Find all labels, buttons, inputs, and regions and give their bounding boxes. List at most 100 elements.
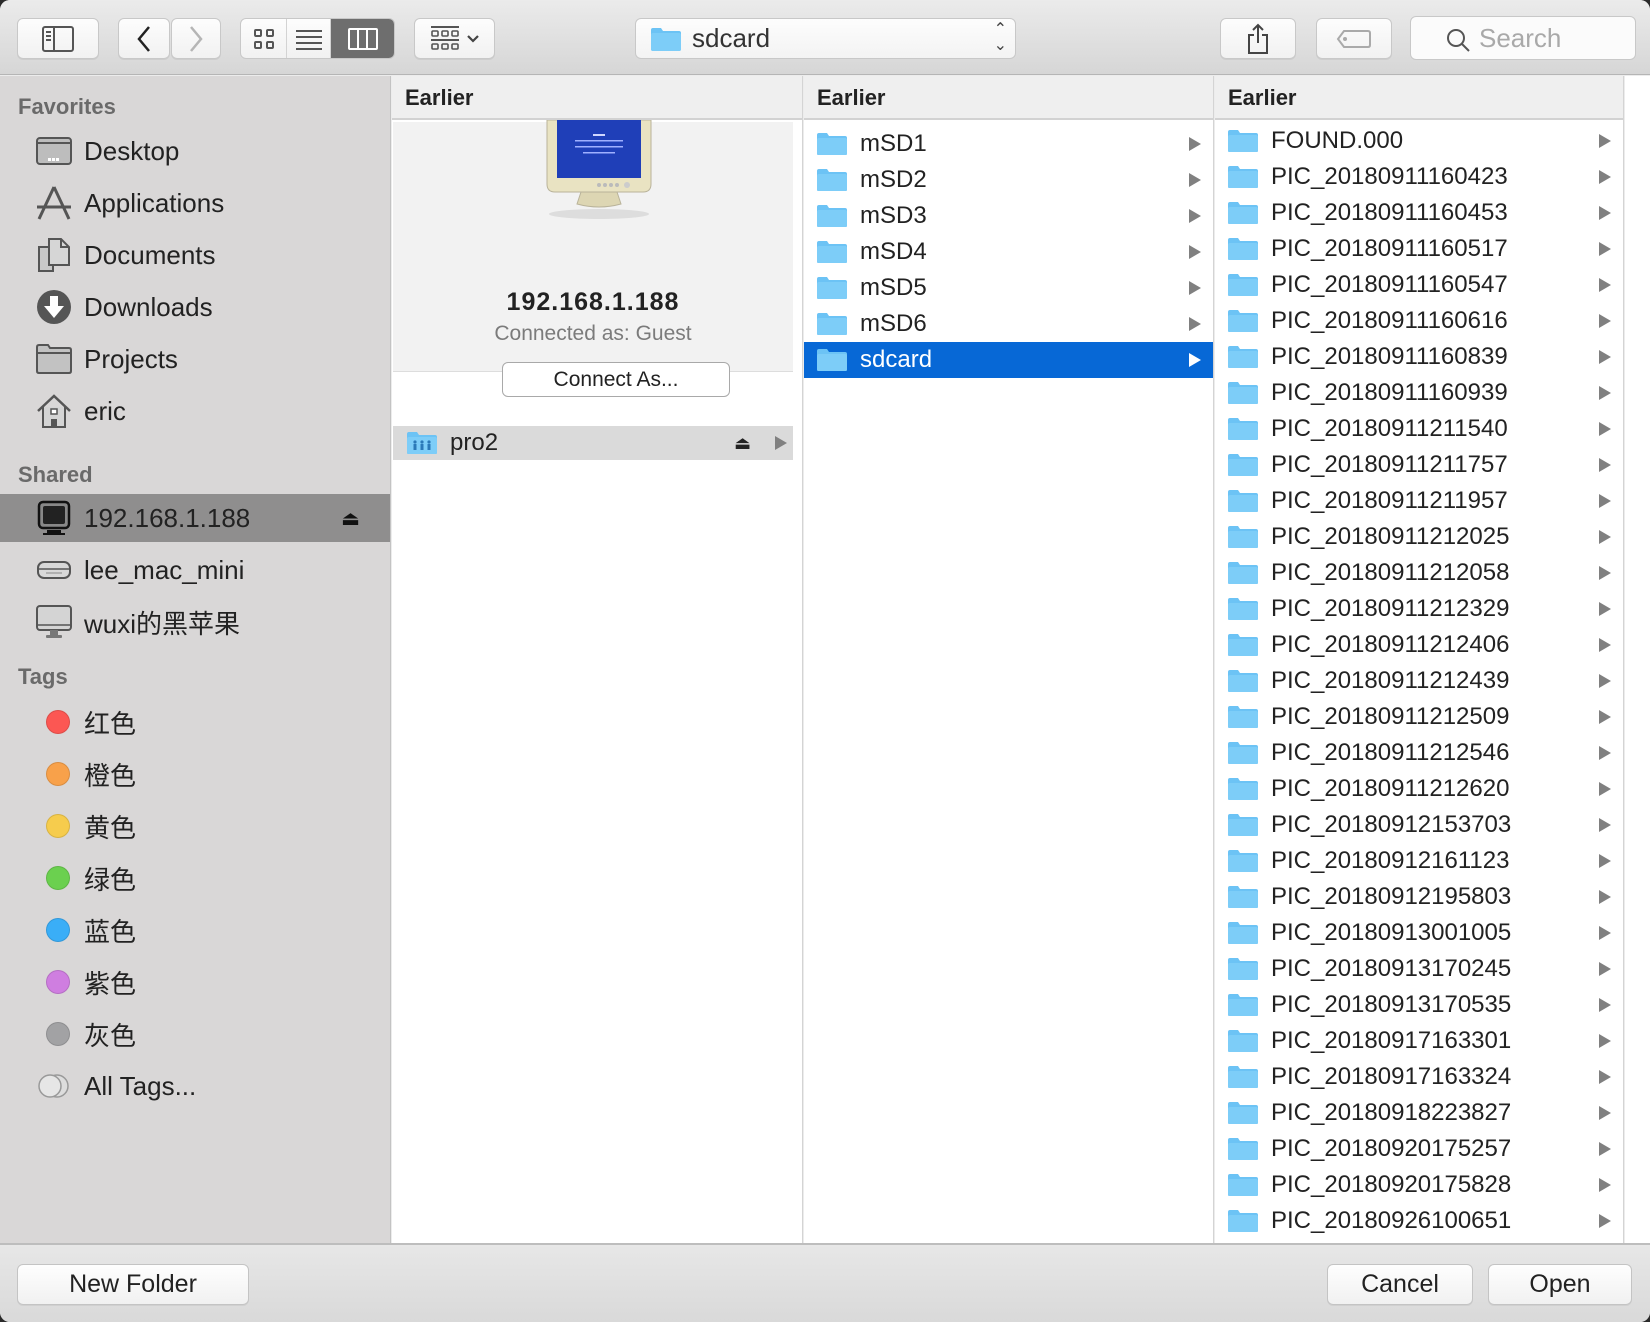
back-button[interactable]: [118, 18, 170, 59]
sidebar-item-projects[interactable]: Projects: [0, 335, 390, 383]
sidebar-item-desktop[interactable]: Desktop: [0, 127, 390, 175]
folder-row[interactable]: mSD5: [804, 270, 1213, 306]
folder-row[interactable]: PIC_20180911160616: [1215, 303, 1623, 339]
folder-row[interactable]: PIC_20180913170245: [1215, 951, 1623, 987]
folder-row[interactable]: PIC_20180911212025: [1215, 519, 1623, 555]
chevron-right-icon: [190, 25, 203, 52]
folder-row[interactable]: PIC_20180911160517: [1215, 231, 1623, 267]
folder-row[interactable]: mSD6: [804, 306, 1213, 342]
folder-row[interactable]: PIC_20180920175257: [1215, 1131, 1623, 1167]
sidebar-item-wuxi[interactable]: wuxi的黑苹果: [0, 598, 390, 646]
sidebar-tag-red[interactable]: 红色: [0, 698, 390, 746]
sidebar-item-documents[interactable]: Documents: [0, 231, 390, 279]
folder-row[interactable]: PIC_20180911212406: [1215, 627, 1623, 663]
sidebar-tag-green[interactable]: 绿色: [0, 854, 390, 902]
sidebar-tag-orange[interactable]: 橙色: [0, 750, 390, 798]
desktop-icon: [34, 131, 74, 171]
column-volumes: Earlier mSD1 mSD2 mSD3 mSD4 mSD5 mSD6 sdcard: [804, 76, 1214, 1243]
group-arrange-button[interactable]: [414, 18, 495, 59]
folder-row[interactable]: PIC_20180911211540: [1215, 411, 1623, 447]
sidebar-item-lee-mac-mini[interactable]: lee_mac_mini: [0, 546, 390, 594]
folder-row[interactable]: PIC_20180917163324: [1215, 1059, 1623, 1095]
tag-button[interactable]: [1316, 18, 1392, 59]
sidebar-tag-gray[interactable]: 灰色: [0, 1010, 390, 1058]
folder-row[interactable]: PIC_20180912153703: [1215, 807, 1623, 843]
folder-icon: [1228, 814, 1258, 836]
folder-row[interactable]: PIC_20180911160453: [1215, 195, 1623, 231]
folder-row[interactable]: PIC_20180911212329: [1215, 591, 1623, 627]
sidebar-tag-purple[interactable]: 紫色: [0, 958, 390, 1006]
sidebar-toggle-button[interactable]: [17, 18, 99, 59]
folder-icon: [817, 277, 847, 299]
forward-button[interactable]: [171, 18, 221, 59]
disclosure-arrow-icon: [1599, 134, 1611, 148]
folder-icon: [1228, 1210, 1258, 1232]
sidebar-item-eric[interactable]: eric: [0, 387, 390, 435]
folder-row[interactable]: PIC_20180913001005: [1215, 915, 1623, 951]
folder-icon: [1228, 130, 1258, 152]
icon-view-button[interactable]: [241, 19, 287, 58]
empty-column-area: [1625, 76, 1650, 1243]
folder-icon: [1228, 346, 1258, 368]
sidebar-item-applications[interactable]: Applications: [0, 179, 390, 227]
folder-row[interactable]: mSD1: [804, 126, 1213, 162]
folder-name: sdcard: [860, 346, 933, 373]
cancel-button[interactable]: Cancel: [1327, 1264, 1473, 1305]
disclosure-arrow-icon: [1599, 710, 1611, 724]
sidebar-all-tags[interactable]: All Tags...: [0, 1062, 390, 1110]
sidebar-item-192-168-1-188[interactable]: 192.168.1.188 ⏏: [0, 494, 390, 542]
folder-row[interactable]: PIC_20180920175828: [1215, 1167, 1623, 1203]
folder-row[interactable]: PIC_20180911212058: [1215, 555, 1623, 591]
folder-icon: [1228, 454, 1258, 476]
list-view-button[interactable]: [287, 19, 331, 58]
folder-row[interactable]: PIC_20180911160547: [1215, 267, 1623, 303]
disclosure-arrow-icon: [1599, 314, 1611, 328]
sidebar-item-downloads[interactable]: Downloads: [0, 283, 390, 331]
folder-row[interactable]: PIC_20180911212439: [1215, 663, 1623, 699]
folder-name: mSD4: [860, 238, 927, 265]
folder-row[interactable]: PIC_20180918223827: [1215, 1095, 1623, 1131]
folder-icon: [1228, 1102, 1258, 1124]
folder-row[interactable]: mSD3: [804, 198, 1213, 234]
folder-row[interactable]: PIC_20180913170535: [1215, 987, 1623, 1023]
disclosure-arrow-icon: [1599, 530, 1611, 544]
search-field[interactable]: Search: [1410, 16, 1636, 60]
tag-color-dot-icon: [46, 814, 70, 838]
share-button[interactable]: [1220, 18, 1296, 59]
folder-row[interactable]: PIC_20180917163301: [1215, 1023, 1623, 1059]
sidebar-item-label: All Tags...: [84, 1070, 197, 1101]
folder-name: mSD6: [860, 310, 927, 337]
disclosure-arrow-icon: [1189, 317, 1201, 331]
folder-row[interactable]: sdcard: [804, 342, 1213, 378]
sidebar-tag-blue[interactable]: 蓝色: [0, 906, 390, 954]
folder-row[interactable]: FOUND.000: [1215, 123, 1623, 159]
share-item-pro2[interactable]: pro2 ⏏: [393, 426, 793, 460]
disclosure-arrow-icon: [1599, 170, 1611, 184]
folder-row[interactable]: PIC_20180912195803: [1215, 879, 1623, 915]
folder-row[interactable]: PIC_20180911160423: [1215, 159, 1623, 195]
folder-row[interactable]: PIC_20180911160939: [1215, 375, 1623, 411]
folder-row[interactable]: PIC_20180911212546: [1215, 735, 1623, 771]
disclosure-arrow-icon: [1189, 137, 1201, 151]
folder-row[interactable]: PIC_20180911211757: [1215, 447, 1623, 483]
open-button[interactable]: Open: [1488, 1264, 1632, 1305]
path-popup-button[interactable]: sdcard ⌃ ⌄: [635, 18, 1016, 59]
new-folder-button[interactable]: New Folder: [17, 1264, 249, 1305]
folder-icon: [1228, 526, 1258, 548]
folder-row[interactable]: PIC_20180911212509: [1215, 699, 1623, 735]
eject-icon[interactable]: ⏏: [341, 506, 360, 531]
disclosure-arrow-icon: [1599, 1034, 1611, 1048]
folder-row[interactable]: PIC_20180926100651: [1215, 1203, 1623, 1239]
folder-row[interactable]: mSD2: [804, 162, 1213, 198]
folder-name: PIC_20180911160547: [1271, 271, 1508, 298]
folder-row[interactable]: PIC_20180911211957: [1215, 483, 1623, 519]
folder-row[interactable]: PIC_20180911212620: [1215, 771, 1623, 807]
sidebar-tag-yellow[interactable]: 黄色: [0, 802, 390, 850]
connect-as-button[interactable]: Connect As...: [502, 362, 730, 397]
column-view-button[interactable]: [331, 19, 394, 58]
sidebar-item-label: Desktop: [84, 135, 180, 166]
eject-icon[interactable]: ⏏: [734, 433, 751, 454]
folder-row[interactable]: PIC_20180911160839: [1215, 339, 1623, 375]
folder-row[interactable]: mSD4: [804, 234, 1213, 270]
folder-row[interactable]: PIC_20180912161123: [1215, 843, 1623, 879]
